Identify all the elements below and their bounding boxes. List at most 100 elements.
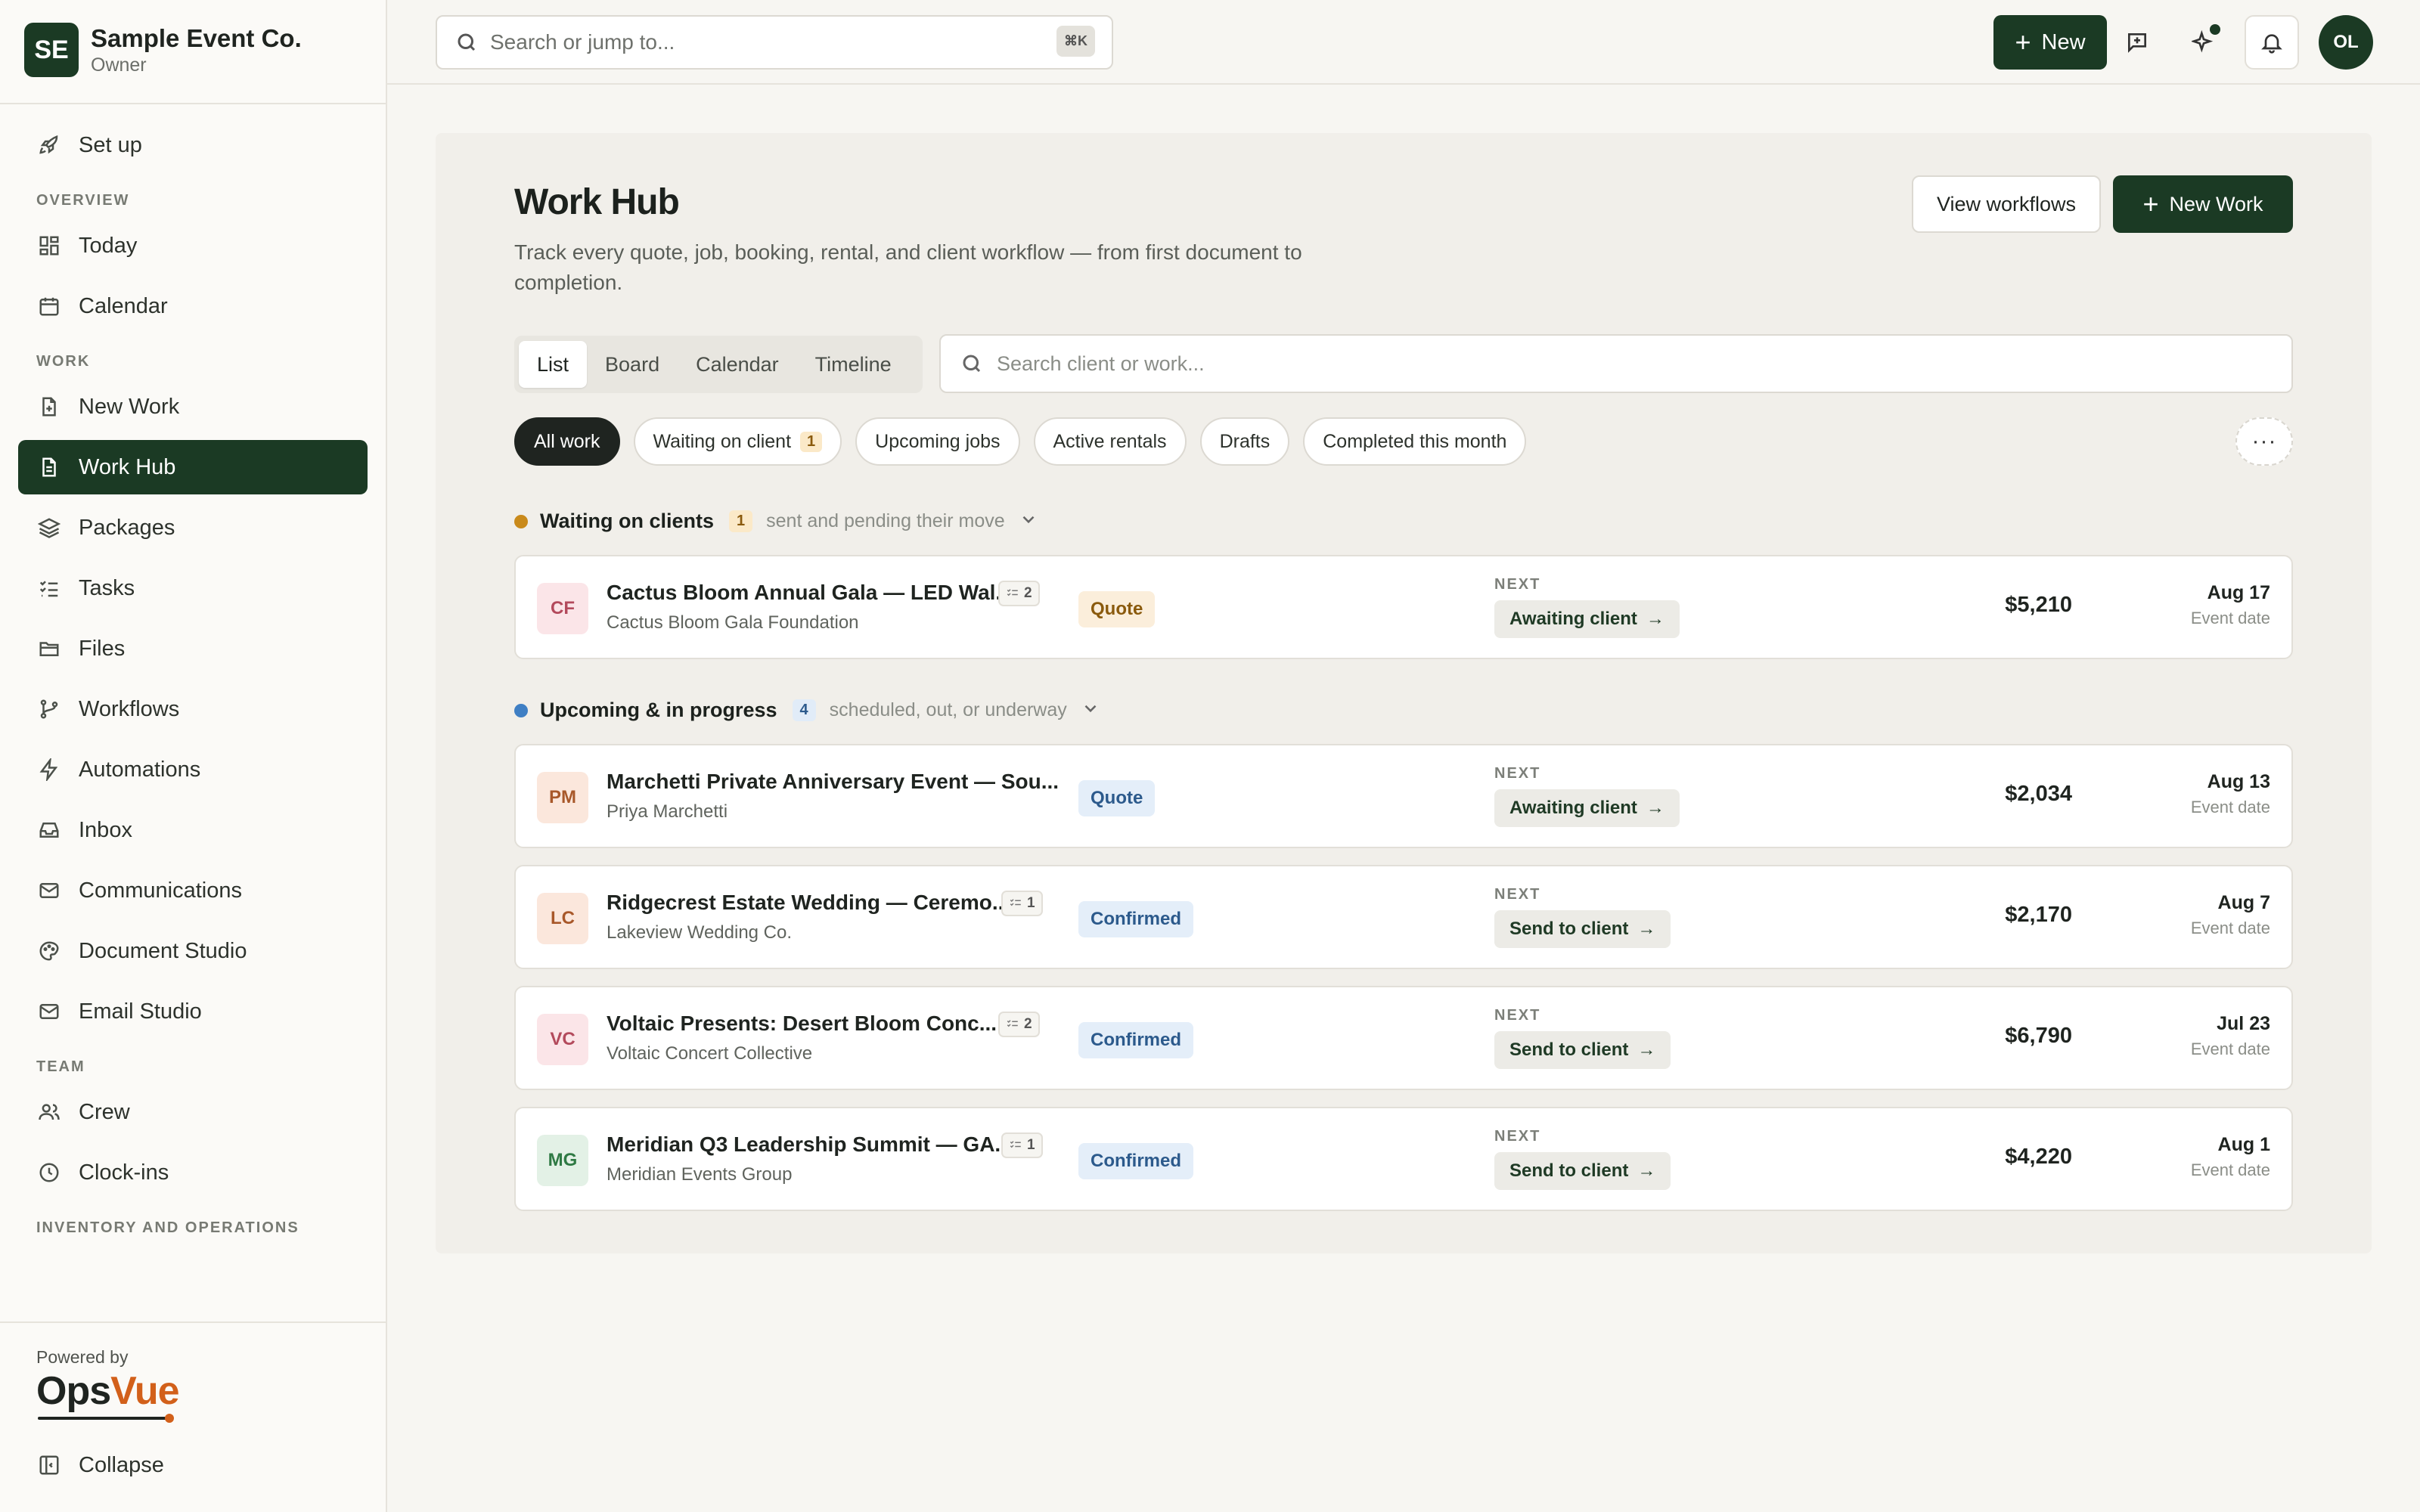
status-badge: Quote (1078, 591, 1156, 627)
sidebar-item-work-hub[interactable]: Work Hub (18, 440, 368, 494)
work-row[interactable]: LC Ridgecrest Estate Wedding — Ceremo...… (514, 865, 2293, 969)
sidebar-item-label: Workflows (79, 696, 180, 721)
more-horizontal-icon: ··· (2251, 429, 2277, 454)
user-avatar[interactable]: OL (2319, 15, 2373, 70)
group-header-upcoming[interactable]: Upcoming & in progress 4 scheduled, out,… (514, 699, 1100, 722)
work-amount: $6,790 (2005, 1024, 2072, 1048)
sidebar-item-workflows[interactable]: Workflows (18, 682, 368, 736)
work-row[interactable]: CF Cactus Bloom Annual Gala — LED Wal...… (514, 555, 2293, 659)
next-label: NEXT (1494, 1128, 1541, 1145)
list-checks-icon (1007, 1020, 1018, 1027)
sidebar-item-crew[interactable]: Crew (18, 1085, 368, 1139)
brand-underline (38, 1417, 171, 1420)
sidebar-item-label: Files (79, 636, 126, 661)
group-title: Waiting on clients (540, 510, 715, 532)
client-avatar: MG (537, 1135, 588, 1186)
collapse-label: Collapse (79, 1452, 164, 1477)
new-work-button[interactable]: + New Work (2113, 175, 2293, 233)
feedback-button[interactable] (2110, 15, 2164, 70)
sidebar-item-email-studio[interactable]: Email Studio (18, 984, 368, 1039)
new-work-label: New Work (2169, 192, 2263, 215)
event-date: Aug 17 Event date (2190, 582, 2270, 627)
work-amount: $4,220 (2005, 1145, 2072, 1169)
git-branch-icon (36, 696, 62, 722)
work-row[interactable]: VC Voltaic Presents: Desert Bloom Conc..… (514, 986, 2293, 1090)
filter-drafts[interactable]: Drafts (1199, 417, 1290, 466)
page-title: Work Hub (514, 182, 680, 222)
client-avatar: PM (537, 772, 588, 823)
sidebar-item-label: Packages (79, 515, 175, 540)
sidebar-item-inbox[interactable]: Inbox (18, 803, 368, 857)
tab-board[interactable]: Board (587, 341, 678, 388)
search-icon (963, 355, 981, 373)
sidebar: SE Sample Event Co. Owner Set up OVERVIE… (0, 0, 387, 1512)
event-date: Jul 23 Event date (2190, 1013, 2270, 1058)
next-action-button[interactable]: Awaiting client → (1494, 789, 1680, 827)
tab-list[interactable]: List (519, 341, 588, 388)
plus-icon: + (2142, 188, 2159, 219)
sidebar-item-packages[interactable]: Packages (18, 500, 368, 555)
users-icon (36, 1099, 62, 1125)
collapse-sidebar-button[interactable]: Collapse (18, 1438, 164, 1492)
group-count-badge: 1 (729, 510, 753, 532)
work-search-input[interactable]: Search client or work... (939, 334, 2293, 393)
arrow-right-icon: → (1637, 1160, 1656, 1181)
message-plus-icon (2128, 33, 2146, 53)
sidebar-item-files[interactable]: Files (18, 621, 368, 676)
more-filters-button[interactable]: ··· (2235, 417, 2293, 466)
dashboard-icon (36, 233, 62, 259)
notifications-button[interactable] (2245, 15, 2299, 70)
work-row[interactable]: PM Marchetti Private Anniversary Event —… (514, 744, 2293, 848)
filter-upcoming-jobs[interactable]: Upcoming jobs (855, 417, 1020, 466)
chevron-down-icon (1081, 699, 1100, 722)
arrow-right-icon: → (1646, 609, 1665, 629)
plus-icon: + (2015, 26, 2031, 57)
org-switcher[interactable]: SE Sample Event Co. Owner (24, 23, 302, 77)
sidebar-item-automations[interactable]: Automations (18, 742, 368, 797)
next-action-button[interactable]: Send to client → (1494, 1031, 1671, 1069)
next-action-button[interactable]: Send to client → (1494, 1152, 1671, 1190)
new-button[interactable]: + New (1993, 15, 2107, 70)
sidebar-item-label: Inbox (79, 817, 132, 842)
filter-completed-this-month[interactable]: Completed this month (1303, 417, 1527, 466)
tab-timeline[interactable]: Timeline (797, 341, 910, 388)
event-date: Aug 1 Event date (2190, 1134, 2270, 1179)
sidebar-item-tasks[interactable]: Tasks (18, 561, 368, 615)
sidebar-item-label: Set up (79, 132, 142, 157)
shortcut-hint: ⌘K (1056, 26, 1095, 57)
filter-waiting-on-client[interactable]: Waiting on client 1 (633, 417, 842, 466)
filter-active-rentals[interactable]: Active rentals (1033, 417, 1187, 466)
file-text-icon (36, 454, 62, 480)
sidebar-item-label: Tasks (79, 575, 135, 600)
list-checks-icon (1010, 899, 1021, 906)
palette-icon (36, 938, 62, 964)
sidebar-item-setup[interactable]: Set up (18, 118, 368, 172)
filter-label: Waiting on client (653, 430, 792, 452)
sidebar-item-calendar[interactable]: Calendar (18, 279, 368, 333)
sidebar-item-document-studio[interactable]: Document Studio (18, 924, 368, 978)
next-action-button[interactable]: Awaiting client → (1494, 600, 1680, 638)
work-title: Ridgecrest Estate Wedding — Ceremo... (607, 891, 1010, 914)
filter-all-work[interactable]: All work (514, 417, 620, 466)
rocket-icon (36, 132, 62, 158)
tab-calendar[interactable]: Calendar (678, 341, 797, 388)
work-row[interactable]: MG Meridian Q3 Leadership Summit — GA...… (514, 1107, 2293, 1211)
sidebar-footer: Powered by OpsVue Collapse (0, 1321, 386, 1512)
sidebar-item-communications[interactable]: Communications (18, 863, 368, 918)
client-avatar: LC (537, 893, 588, 944)
sidebar-item-new-work[interactable]: New Work (18, 380, 368, 434)
ai-assistant-button[interactable] (2176, 15, 2231, 70)
inbox-icon (36, 817, 62, 843)
next-action-button[interactable]: Send to client → (1494, 910, 1671, 948)
group-header-waiting[interactable]: Waiting on clients 1 sent and pending th… (514, 510, 1038, 533)
sidebar-item-label: Communications (79, 878, 242, 903)
arrow-right-icon: → (1637, 1040, 1656, 1060)
task-count-badge: 1 (1001, 1132, 1043, 1158)
search-icon (458, 33, 476, 51)
topbar: Search or jump to... ⌘K + New OL (387, 0, 2420, 85)
notification-dot (2210, 24, 2220, 35)
view-workflows-button[interactable]: View workflows (1912, 175, 2101, 233)
global-search-input[interactable]: Search or jump to... ⌘K (436, 15, 1113, 70)
sidebar-item-today[interactable]: Today (18, 218, 368, 273)
sidebar-item-clockins[interactable]: Clock-ins (18, 1145, 368, 1200)
